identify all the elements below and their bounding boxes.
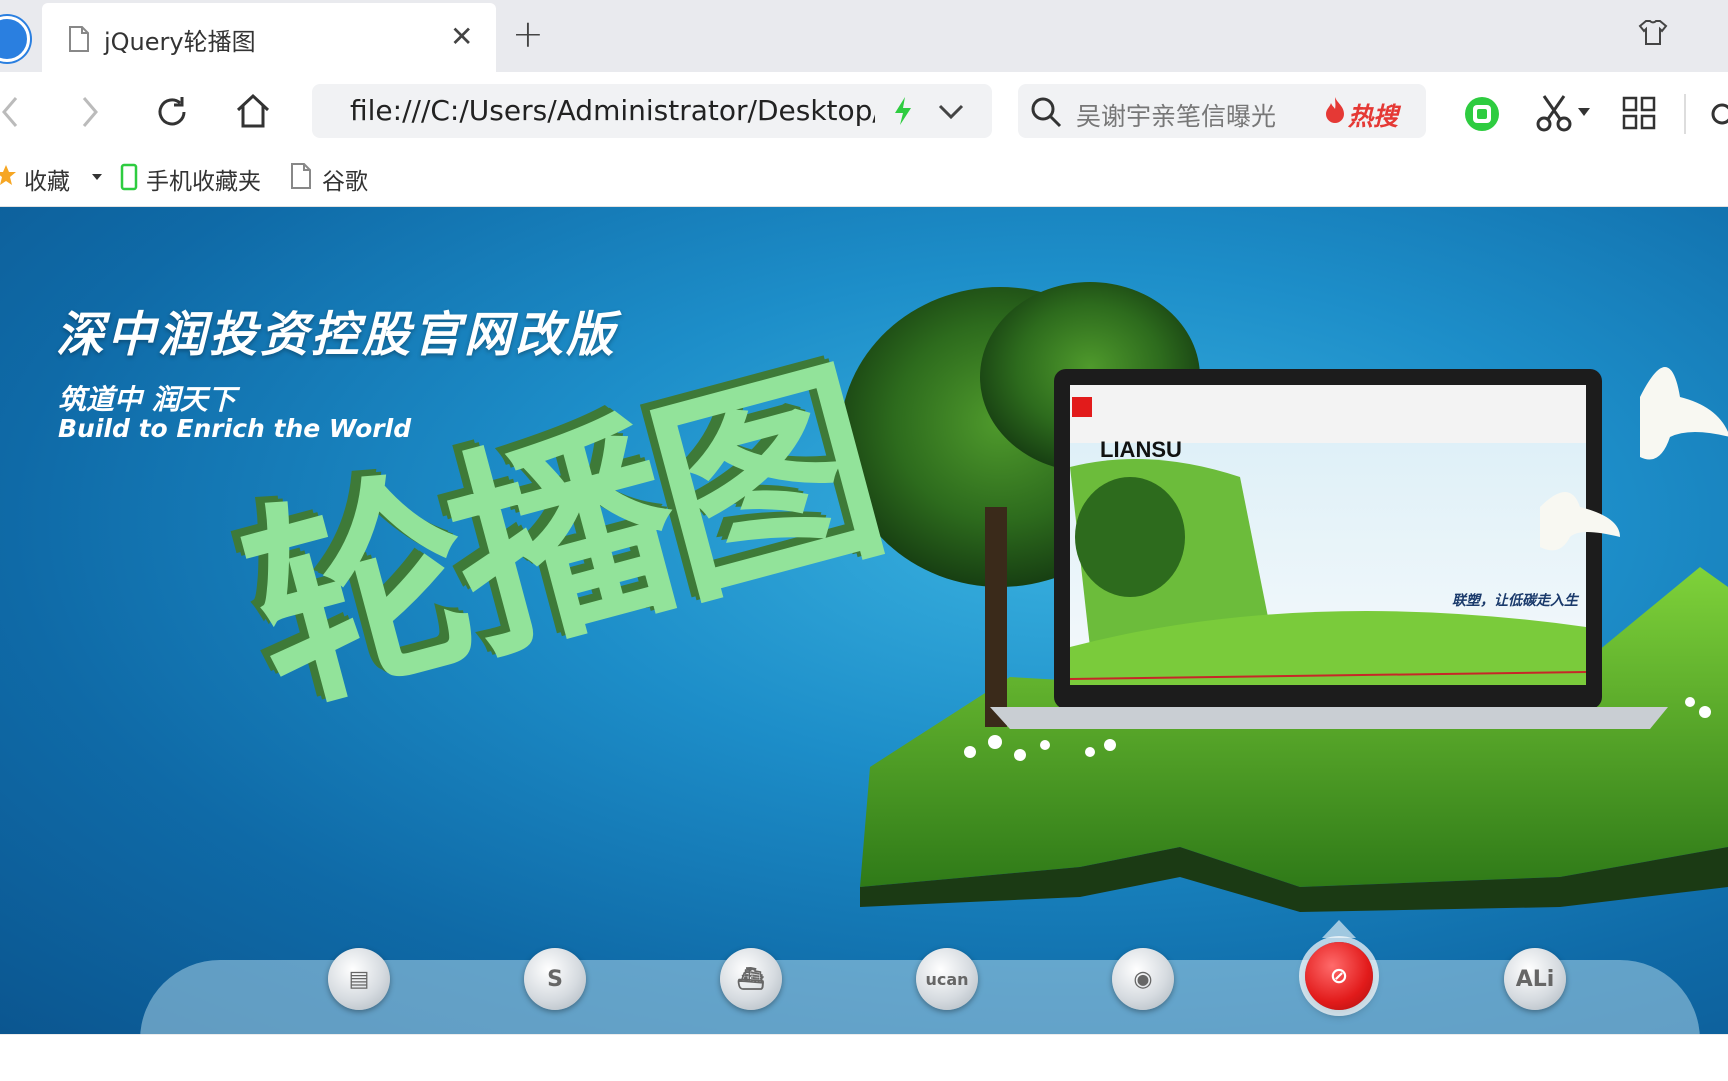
thumb-4[interactable]: ucan	[916, 948, 978, 1010]
apps-grid-icon[interactable]	[1622, 96, 1656, 130]
thumb-6-active[interactable]: ⊘	[1305, 942, 1373, 1010]
scissors-dropdown-icon[interactable]	[1578, 108, 1590, 116]
search-icon	[1031, 97, 1062, 128]
banner-headline: 深中润投资控股官网改版	[56, 307, 618, 363]
thumb-3[interactable]: ⛴	[720, 948, 782, 1010]
active-pointer-icon	[1322, 920, 1356, 938]
new-tab-icon[interactable]: +	[512, 12, 544, 56]
page-icon	[291, 163, 311, 189]
scissors-icon[interactable]	[1536, 94, 1572, 132]
banner-subtitle-cn: 筑道中 润天下	[58, 383, 236, 416]
fire-icon	[1326, 97, 1344, 123]
bookmark-favorites[interactable]: 收藏	[24, 162, 70, 196]
page-footer-strip	[0, 1034, 1728, 1081]
address-text[interactable]: file:///C:/Users/Administrator/Desktop/j	[350, 94, 875, 127]
tab-title: jQuery轮播图	[104, 28, 256, 56]
reload-icon[interactable]	[154, 94, 190, 130]
shield-icon[interactable]	[1462, 94, 1502, 134]
settings-icon[interactable]	[1706, 98, 1728, 130]
lightning-icon[interactable]	[892, 96, 914, 126]
tab-close-icon[interactable]: ✕	[450, 20, 473, 53]
home-icon[interactable]	[234, 92, 272, 130]
page-icon	[69, 26, 89, 52]
laptop-tagline: 联塑，让低碳走入生	[1452, 593, 1578, 609]
shirt-icon[interactable]	[1638, 18, 1668, 48]
thumb-5[interactable]: ◉	[1112, 948, 1174, 1010]
thumb-7[interactable]: ALi	[1504, 948, 1566, 1010]
chevron-down-icon[interactable]	[938, 104, 964, 120]
star-icon	[0, 165, 16, 185]
bookmark-google[interactable]: 谷歌	[322, 162, 368, 196]
mobile-icon	[120, 163, 138, 191]
toolbar-divider	[1684, 94, 1686, 134]
hot-search-label[interactable]: 热搜	[1348, 97, 1398, 133]
forward-icon[interactable]	[80, 96, 100, 128]
laptop-brand: LIANSU	[1100, 437, 1182, 462]
bookmark-mobile[interactable]: 手机收藏夹	[146, 162, 261, 196]
search-input[interactable]: 吴谢宇亲笔信曝光	[1076, 97, 1276, 133]
thumb-1[interactable]: ▤	[328, 948, 390, 1010]
back-icon[interactable]	[0, 96, 20, 128]
thumb-2[interactable]: S	[524, 948, 586, 1010]
favorites-dropdown-icon[interactable]	[92, 174, 102, 180]
